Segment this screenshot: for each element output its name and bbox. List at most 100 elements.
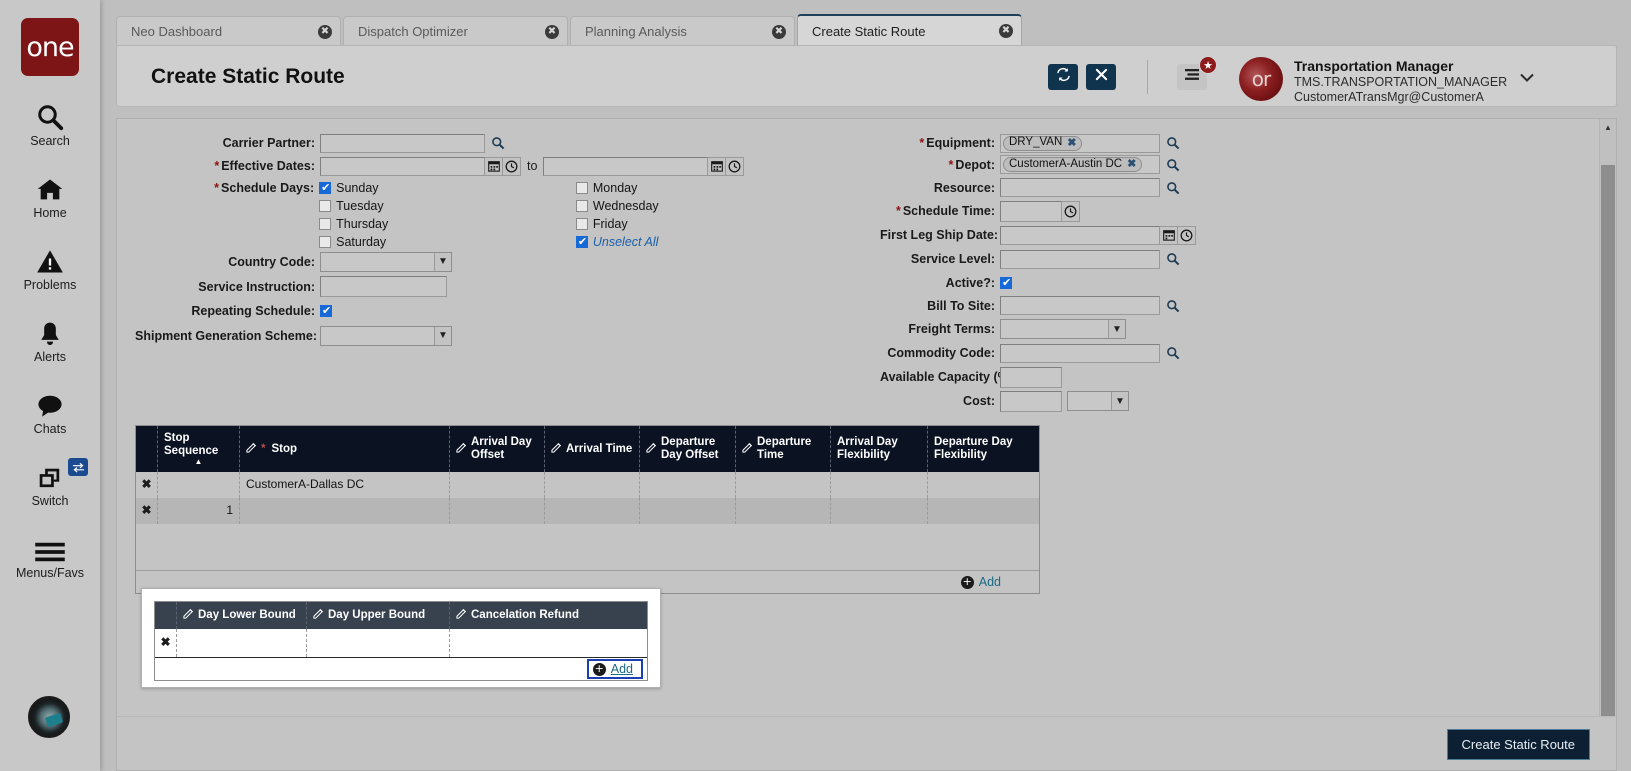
- token-remove-icon[interactable]: ✖: [1067, 138, 1076, 149]
- tab-create-static-route[interactable]: Create Static Route ✖: [797, 14, 1022, 46]
- checkbox-unselect-all[interactable]: Unselect All: [576, 233, 755, 251]
- checkbox-wednesday[interactable]: Wednesday: [576, 197, 755, 215]
- close-icon[interactable]: ✖: [318, 25, 332, 39]
- delete-x-icon[interactable]: ✖: [136, 472, 158, 498]
- checkbox-box[interactable]: [319, 236, 331, 248]
- tab-dispatch-optimizer[interactable]: Dispatch Optimizer ✖: [343, 16, 568, 46]
- cost-input[interactable]: [1000, 391, 1062, 412]
- cell-departure-day-offset[interactable]: [640, 472, 736, 498]
- calendar-icon[interactable]: [485, 157, 503, 176]
- table-row[interactable]: ✖ CustomerA-Dallas DC: [136, 472, 1039, 498]
- cell-departure-day-flexibility[interactable]: [928, 472, 1025, 498]
- delete-x-icon[interactable]: ✖: [155, 629, 177, 657]
- service-instruction-input[interactable]: [320, 276, 447, 297]
- user-menu-chevron-down-icon[interactable]: [1512, 62, 1542, 92]
- table-row[interactable]: ✖: [155, 629, 647, 657]
- search-magnifier-icon[interactable]: [1164, 344, 1182, 363]
- cell-stop-sequence[interactable]: [158, 472, 240, 498]
- search-magnifier-icon[interactable]: [1164, 134, 1182, 153]
- checkbox-box[interactable]: [576, 236, 588, 248]
- cell-departure-time[interactable]: [736, 498, 831, 524]
- checkbox-saturday[interactable]: Saturday: [319, 233, 576, 251]
- checkbox-friday[interactable]: Friday: [576, 215, 755, 233]
- sidebar-item-menus-favs[interactable]: Menus/Favs: [0, 530, 100, 580]
- col-header-cancelation-refund[interactable]: Cancelation Refund: [450, 602, 605, 629]
- first-leg-ship-date-input[interactable]: [1000, 226, 1160, 245]
- search-magnifier-icon[interactable]: [489, 134, 507, 153]
- available-capacity-input[interactable]: [1000, 367, 1062, 388]
- cell-stop[interactable]: [240, 498, 450, 524]
- tab-planning-analysis[interactable]: Planning Analysis ✖: [570, 16, 795, 46]
- effective-date-to-input[interactable]: [543, 157, 708, 176]
- close-form-button[interactable]: [1086, 64, 1116, 90]
- cell-arrival-time[interactable]: [545, 472, 640, 498]
- token-chip[interactable]: DRY_VAN ✖: [1003, 136, 1082, 151]
- resource-input[interactable]: [1000, 178, 1160, 197]
- scroll-up-arrow-icon[interactable]: ▲: [1600, 119, 1616, 135]
- equipment-token-field[interactable]: DRY_VAN ✖: [1000, 134, 1160, 153]
- col-header-day-upper-bound[interactable]: Day Upper Bound: [307, 602, 450, 629]
- search-magnifier-icon[interactable]: [1164, 155, 1182, 174]
- cell-arrival-day-offset[interactable]: [450, 472, 545, 498]
- cell-arrival-day-flexibility[interactable]: [831, 498, 928, 524]
- cell-arrival-day-offset[interactable]: [450, 498, 545, 524]
- clock-icon[interactable]: [1062, 201, 1080, 222]
- sidebar-item-switch[interactable]: Switch: [0, 458, 100, 508]
- shipment-generation-scheme-select[interactable]: ▼: [320, 326, 452, 346]
- cell-day-lower-bound[interactable]: [177, 629, 307, 657]
- col-header-departure-day-offset[interactable]: Departure Day Offset: [640, 426, 736, 472]
- active-checkbox[interactable]: [1000, 277, 1012, 289]
- token-remove-icon[interactable]: ✖: [1127, 159, 1136, 170]
- country-code-select[interactable]: ▼: [320, 252, 452, 272]
- bill-to-site-input[interactable]: [1000, 296, 1160, 315]
- delete-x-icon[interactable]: ✖: [136, 498, 158, 524]
- rail-bottom-avatar[interactable]: [28, 696, 70, 738]
- checkbox-monday[interactable]: Monday: [576, 179, 755, 197]
- create-static-route-button[interactable]: Create Static Route: [1447, 729, 1590, 760]
- checkbox-thursday[interactable]: Thursday: [319, 215, 576, 233]
- col-header-arrival-time[interactable]: Arrival Time: [545, 426, 640, 472]
- repeating-schedule-checkbox[interactable]: [320, 305, 332, 317]
- token-chip[interactable]: CustomerA-Austin DC ✖: [1003, 157, 1142, 172]
- cell-arrival-time[interactable]: [545, 498, 640, 524]
- col-header-stop[interactable]: * Stop: [240, 426, 450, 472]
- carrier-partner-input[interactable]: [320, 134, 485, 153]
- sidebar-item-home[interactable]: Home: [0, 170, 100, 220]
- col-header-day-lower-bound[interactable]: Day Lower Bound: [177, 602, 307, 629]
- col-header-arrival-day-offset[interactable]: Arrival Day Offset: [450, 426, 545, 472]
- checkbox-box[interactable]: [319, 218, 331, 230]
- cell-arrival-day-flexibility[interactable]: [831, 472, 928, 498]
- effective-date-from-input[interactable]: [320, 157, 485, 176]
- search-magnifier-icon[interactable]: [1164, 296, 1182, 315]
- clock-icon[interactable]: [1178, 226, 1196, 245]
- col-header-departure-day-flexibility[interactable]: Departure Day Flexibility: [928, 426, 1025, 472]
- cell-departure-time[interactable]: [736, 472, 831, 498]
- checkbox-sunday[interactable]: Sunday: [319, 179, 576, 197]
- cell-stop-sequence[interactable]: 1: [158, 498, 240, 524]
- cell-cancelation-refund[interactable]: [450, 629, 605, 657]
- checkbox-box[interactable]: [319, 200, 331, 212]
- checkbox-box[interactable]: [576, 200, 588, 212]
- refresh-button[interactable]: [1048, 64, 1078, 90]
- close-icon[interactable]: ✖: [772, 25, 786, 39]
- sidebar-item-alerts[interactable]: Alerts: [0, 314, 100, 364]
- sidebar-item-chats[interactable]: Chats: [0, 386, 100, 436]
- cell-stop[interactable]: CustomerA-Dallas DC: [240, 472, 450, 498]
- swap-arrows-icon[interactable]: [68, 458, 88, 476]
- schedule-time-input[interactable]: [1000, 201, 1062, 222]
- brand-logo[interactable]: one: [21, 18, 79, 76]
- calendar-icon[interactable]: [708, 157, 726, 176]
- unselect-all-label[interactable]: Unselect All: [593, 235, 659, 249]
- col-header-departure-time[interactable]: Departure Time: [736, 426, 831, 472]
- cell-departure-day-offset[interactable]: [640, 498, 736, 524]
- cell-day-upper-bound[interactable]: [307, 629, 450, 657]
- checkbox-box[interactable]: [319, 182, 331, 194]
- cost-currency-select[interactable]: ▼: [1067, 391, 1129, 411]
- search-magnifier-icon[interactable]: [1164, 250, 1182, 269]
- depot-token-field[interactable]: CustomerA-Austin DC ✖: [1000, 155, 1160, 174]
- freight-terms-select[interactable]: ▼: [1000, 319, 1126, 339]
- vertical-scrollbar[interactable]: ▲ ▼: [1599, 119, 1616, 770]
- clock-icon[interactable]: [726, 157, 744, 176]
- close-icon[interactable]: ✖: [545, 25, 559, 39]
- avatar[interactable]: or: [1239, 57, 1283, 101]
